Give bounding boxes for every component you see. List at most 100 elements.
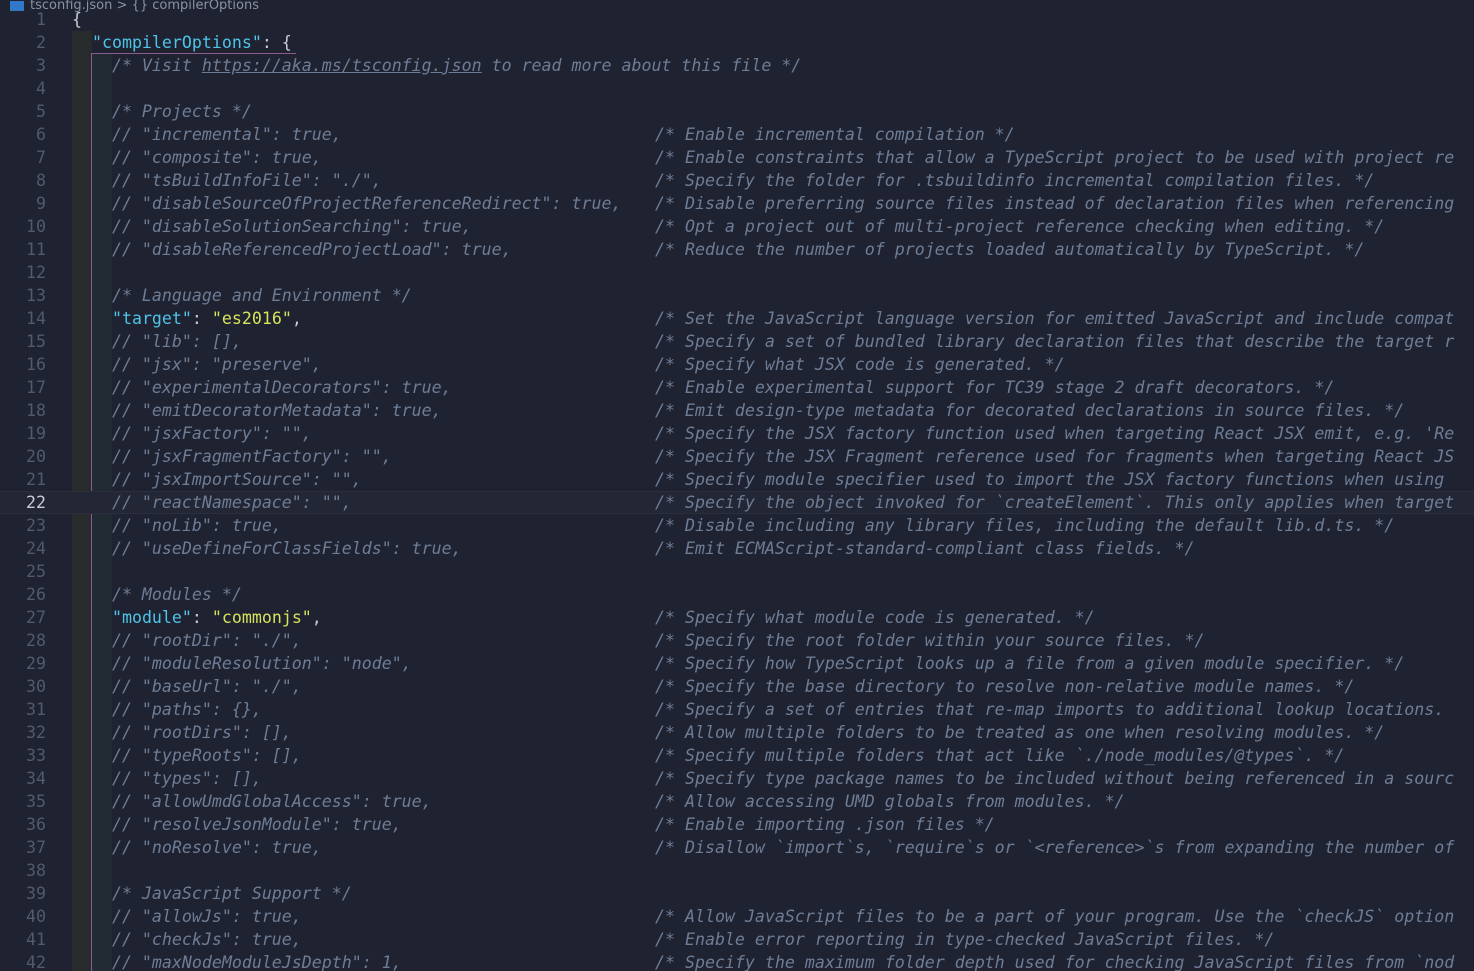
comment-token: // "allowJs": true, [72, 907, 302, 926]
punctuation-token: , [311, 608, 322, 627]
line-number: 34 [26, 769, 46, 788]
json-key-token: "target" [111, 309, 192, 328]
line-code: // "experimentalDecorators": true, [72, 376, 452, 399]
line-code: // "tsBuildInfoFile": "./", [72, 169, 382, 192]
code-line[interactable]: 11 // "disableReferencedProjectLoad": tr… [0, 238, 1474, 261]
code-line[interactable]: 39 /* JavaScript Support */ [0, 882, 1474, 905]
code-line[interactable]: 17 // "experimentalDecorators": true, /* … [0, 376, 1474, 399]
code-line[interactable]: 33 // "typeRoots": [], /* Specify multipl… [0, 744, 1474, 767]
code-line[interactable]: 34 // "types": [], /* Specify type packag… [0, 767, 1474, 790]
code-line[interactable]: 23 // "noLib": true, /* Disable including… [0, 514, 1474, 537]
comment-token: // "experimentalDecorators": true, [72, 378, 452, 397]
line-number: 35 [26, 792, 46, 811]
code-line[interactable]: 5 /* Projects */ [0, 100, 1474, 123]
line-code: // "useDefineForClassFields": true, [72, 537, 462, 560]
comment-token: // "disableReferencedProjectLoad": true, [72, 240, 512, 259]
line-code: // "reactNamespace": "", [72, 491, 352, 514]
code-line[interactable]: 29 // "moduleResolution": "node", /* Spec… [0, 652, 1474, 675]
code-line[interactable]: 8 // "tsBuildInfoFile": "./", /* Specify … [0, 169, 1474, 192]
code-line[interactable]: 42 // "maxNodeModuleJsDepth": 1, /* Speci… [0, 951, 1474, 971]
code-line[interactable]: 26 /* Modules */ [0, 583, 1474, 606]
line-number: 28 [26, 631, 46, 650]
code-line[interactable]: 20 // "jsxFragmentFactory": "", /* Specif… [0, 445, 1474, 468]
option-description-comment: /* Specify what JSX code is generated. *… [655, 355, 1065, 374]
comment-token: // "types": [], [72, 769, 262, 788]
code-line[interactable]: 22 // "reactNamespace": "", /* Specify th… [0, 491, 1474, 514]
code-line[interactable]: 13 /* Language and Environment */ [0, 284, 1474, 307]
code-line[interactable]: 19 // "jsxFactory": "", /* Specify the JS… [0, 422, 1474, 445]
line-code: // "checkJs": true, [72, 928, 302, 951]
code-editor[interactable]: 1{2 "compilerOptions": {3 /* Visit https… [0, 0, 1474, 971]
code-line[interactable]: 35 // "allowUmdGlobalAccess": true, /* Al… [0, 790, 1474, 813]
code-line[interactable]: 21 // "jsxImportSource": "", /* Specify m… [0, 468, 1474, 491]
code-line[interactable]: 16 // "jsx": "preserve", /* Specify what … [0, 353, 1474, 376]
option-description-comment: /* Enable incremental compilation */ [655, 125, 1015, 144]
code-line[interactable]: 40 // "allowJs": true, /* Allow JavaScrip… [0, 905, 1474, 928]
option-description-comment: /* Set the JavaScript language version f… [655, 309, 1455, 328]
code-line[interactable]: 6 // "incremental": true, /* Enable incre… [0, 123, 1474, 146]
option-description-comment: /* Specify type package names to be incl… [655, 769, 1455, 788]
punctuation-token [72, 309, 112, 328]
code-line[interactable]: 9 // "disableSourceOfProjectReferenceRed… [0, 192, 1474, 215]
comment-token: // "noResolve": true, [72, 838, 322, 857]
comment-token: // "reactNamespace": "", [72, 493, 352, 512]
code-line[interactable]: 41 // "checkJs": true, /* Enable error re… [0, 928, 1474, 951]
option-description-comment: /* Disable preferring source files inste… [655, 194, 1455, 213]
comment-token: // "composite": true, [72, 148, 322, 167]
line-number: 12 [26, 263, 46, 282]
line-number: 15 [26, 332, 46, 351]
code-line[interactable]: 4 [0, 77, 1474, 100]
line-number: 4 [36, 79, 46, 98]
option-description-comment: /* Specify what module code is generated… [655, 608, 1095, 627]
code-line[interactable]: 12 [0, 261, 1474, 284]
code-line[interactable]: 2 "compilerOptions": { [0, 31, 1474, 54]
line-number: 7 [36, 148, 46, 167]
line-code: // "baseUrl": "./", [72, 675, 302, 698]
link-token[interactable]: https://aka.ms/tsconfig.json [202, 56, 482, 75]
option-description-comment: /* Enable error reporting in type-checke… [655, 930, 1275, 949]
line-number: 17 [26, 378, 46, 397]
comment-token: // "allowUmdGlobalAccess": true, [72, 792, 432, 811]
code-line[interactable]: 28 // "rootDir": "./", /* Specify the roo… [0, 629, 1474, 652]
breadcrumb-file[interactable]: tsconfig.json [30, 0, 112, 13]
comment-token: // "rootDir": "./", [72, 631, 302, 650]
comment-token: // "typeRoots": [], [72, 746, 302, 765]
line-number: 39 [26, 884, 46, 903]
line-code: /* Projects */ [72, 100, 252, 123]
code-line[interactable]: 18 // "emitDecoratorMetadata": true, /* E… [0, 399, 1474, 422]
line-number: 27 [26, 608, 46, 627]
comment-token: // "disableSolutionSearching": true, [72, 217, 472, 236]
option-description-comment: /* Specify a set of entries that re-map … [655, 700, 1455, 719]
line-code: // "disableReferencedProjectLoad": true, [72, 238, 512, 261]
punctuation-token: : { [261, 33, 292, 52]
line-number: 40 [26, 907, 46, 926]
code-line[interactable]: 32 // "rootDirs": [], /* Allow multiple f… [0, 721, 1474, 744]
code-line[interactable]: 24 // "useDefineForClassFields": true, /*… [0, 537, 1474, 560]
code-line[interactable]: 14 "target": "es2016", /* Set the JavaScr… [0, 307, 1474, 330]
option-description-comment: /* Disable including any library files, … [655, 516, 1395, 535]
code-line[interactable]: 7 // "composite": true, /* Enable constra… [0, 146, 1474, 169]
line-code: // "disableSolutionSearching": true, [72, 215, 472, 238]
code-line[interactable]: 25 [0, 560, 1474, 583]
code-line[interactable]: 31 // "paths": {}, /* Specify a set of en… [0, 698, 1474, 721]
typescript-file-icon [10, 0, 24, 11]
code-line[interactable]: 15 // "lib": [], /* Specify a set of bund… [0, 330, 1474, 353]
option-description-comment: /* Specify the folder for .tsbuildinfo i… [655, 171, 1375, 190]
code-line[interactable]: 36 // "resolveJsonModule": true, /* Enabl… [0, 813, 1474, 836]
code-line[interactable]: 10 // "disableSolutionSearching": true, /… [0, 215, 1474, 238]
comment-token: // "incremental": true, [72, 125, 342, 144]
option-description-comment: /* Emit ECMAScript-standard-compliant cl… [655, 539, 1195, 558]
comment-token: // "jsx": "preserve", [72, 355, 322, 374]
code-line[interactable]: 3 /* Visit https://aka.ms/tsconfig.json … [0, 54, 1474, 77]
code-line[interactable]: 38 [0, 859, 1474, 882]
comment-token: /* Visit [72, 56, 202, 75]
code-line[interactable]: 27 "module": "commonjs", /* Specify what … [0, 606, 1474, 629]
line-number: 18 [26, 401, 46, 420]
code-line[interactable]: 37 // "noResolve": true, /* Disallow `imp… [0, 836, 1474, 859]
code-line[interactable]: 30 // "baseUrl": "./", /* Specify the bas… [0, 675, 1474, 698]
option-description-comment: /* Specify module specifier used to impo… [655, 470, 1455, 489]
comment-token: // "useDefineForClassFields": true, [72, 539, 462, 558]
line-number: 11 [26, 240, 46, 259]
breadcrumb-symbol[interactable]: {} compilerOptions [132, 0, 259, 13]
punctuation-token [72, 608, 112, 627]
